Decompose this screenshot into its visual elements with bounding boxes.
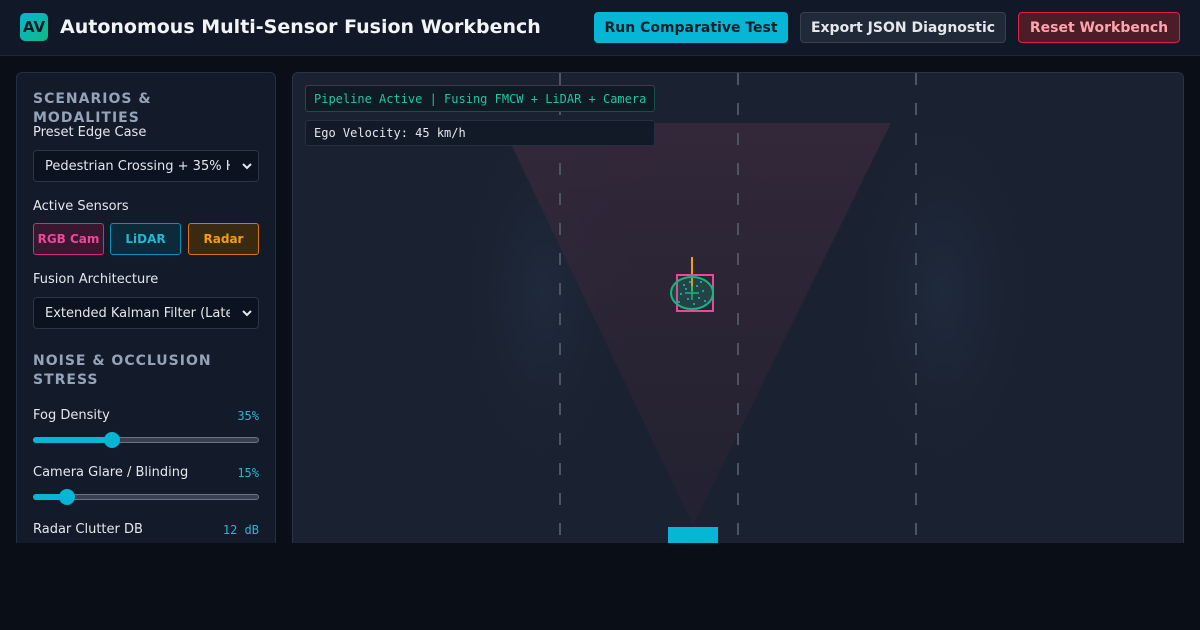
export-json-diagnostic-button[interactable]: Export JSON Diagnostic bbox=[800, 12, 1006, 43]
sensor-toggle-lidar[interactable]: LiDAR bbox=[110, 223, 181, 255]
app-title: Autonomous Multi-Sensor Fusion Workbench bbox=[60, 16, 541, 38]
preset-select[interactable]: Pedestrian Crossing + 35% Heavy Fog bbox=[33, 150, 259, 182]
fog-density-slider[interactable] bbox=[33, 432, 259, 448]
camera-glare-value: 15% bbox=[237, 466, 259, 480]
run-comparative-test-button[interactable]: Run Comparative Test bbox=[594, 12, 788, 43]
slider-fill bbox=[33, 437, 113, 443]
sensor-fusion-viewport[interactable]: Pipeline Active | Fusing FMCW + LiDAR + … bbox=[292, 72, 1184, 543]
slider-thumb[interactable] bbox=[58, 489, 75, 505]
sensor-toggle-rgb-cam[interactable]: RGB Cam bbox=[33, 223, 104, 255]
camera-glare-slider[interactable] bbox=[33, 489, 259, 505]
fusion-select-value: Extended Kalman Filter (Late Fusion) bbox=[45, 305, 230, 321]
fog-density-label: Fog Density bbox=[33, 408, 110, 423]
ego-velocity-readout: Ego Velocity: 45 km/h bbox=[305, 120, 655, 146]
scenarios-section-title: SCENARIOS & MODALITIES bbox=[33, 91, 152, 126]
preset-label: Preset Edge Case bbox=[33, 125, 147, 140]
sensor-toggle-radar[interactable]: Radar bbox=[188, 223, 259, 255]
chevron-down-icon bbox=[242, 310, 252, 317]
fusion-architecture-label: Fusion Architecture bbox=[33, 272, 159, 287]
chevron-down-icon bbox=[242, 163, 252, 170]
preset-select-value: Pedestrian Crossing + 35% Heavy Fog bbox=[45, 158, 230, 174]
pipeline-status-badge: Pipeline Active | Fusing FMCW + LiDAR + … bbox=[305, 85, 655, 112]
active-sensors-label: Active Sensors bbox=[33, 199, 129, 214]
reset-workbench-button[interactable]: Reset Workbench bbox=[1018, 12, 1180, 43]
fusion-architecture-select[interactable]: Extended Kalman Filter (Late Fusion) bbox=[33, 297, 259, 329]
fog-density-value: 35% bbox=[237, 409, 259, 423]
camera-glare-label: Camera Glare / Blinding bbox=[33, 465, 189, 480]
slider-thumb[interactable] bbox=[104, 432, 121, 448]
radar-clutter-value: 12 dB bbox=[222, 523, 259, 537]
control-sidebar: SCENARIOS & MODALITIES Preset Edge Case … bbox=[16, 72, 276, 543]
noise-section-title: NOISE & OCCLUSION STRESS bbox=[33, 353, 212, 388]
top-bar: AV Autonomous Multi-Sensor Fusion Workbe… bbox=[0, 0, 1200, 56]
radar-clutter-label: Radar Clutter DB bbox=[33, 522, 143, 537]
app-logo: AV bbox=[20, 13, 48, 41]
ego-vehicle bbox=[668, 527, 718, 543]
